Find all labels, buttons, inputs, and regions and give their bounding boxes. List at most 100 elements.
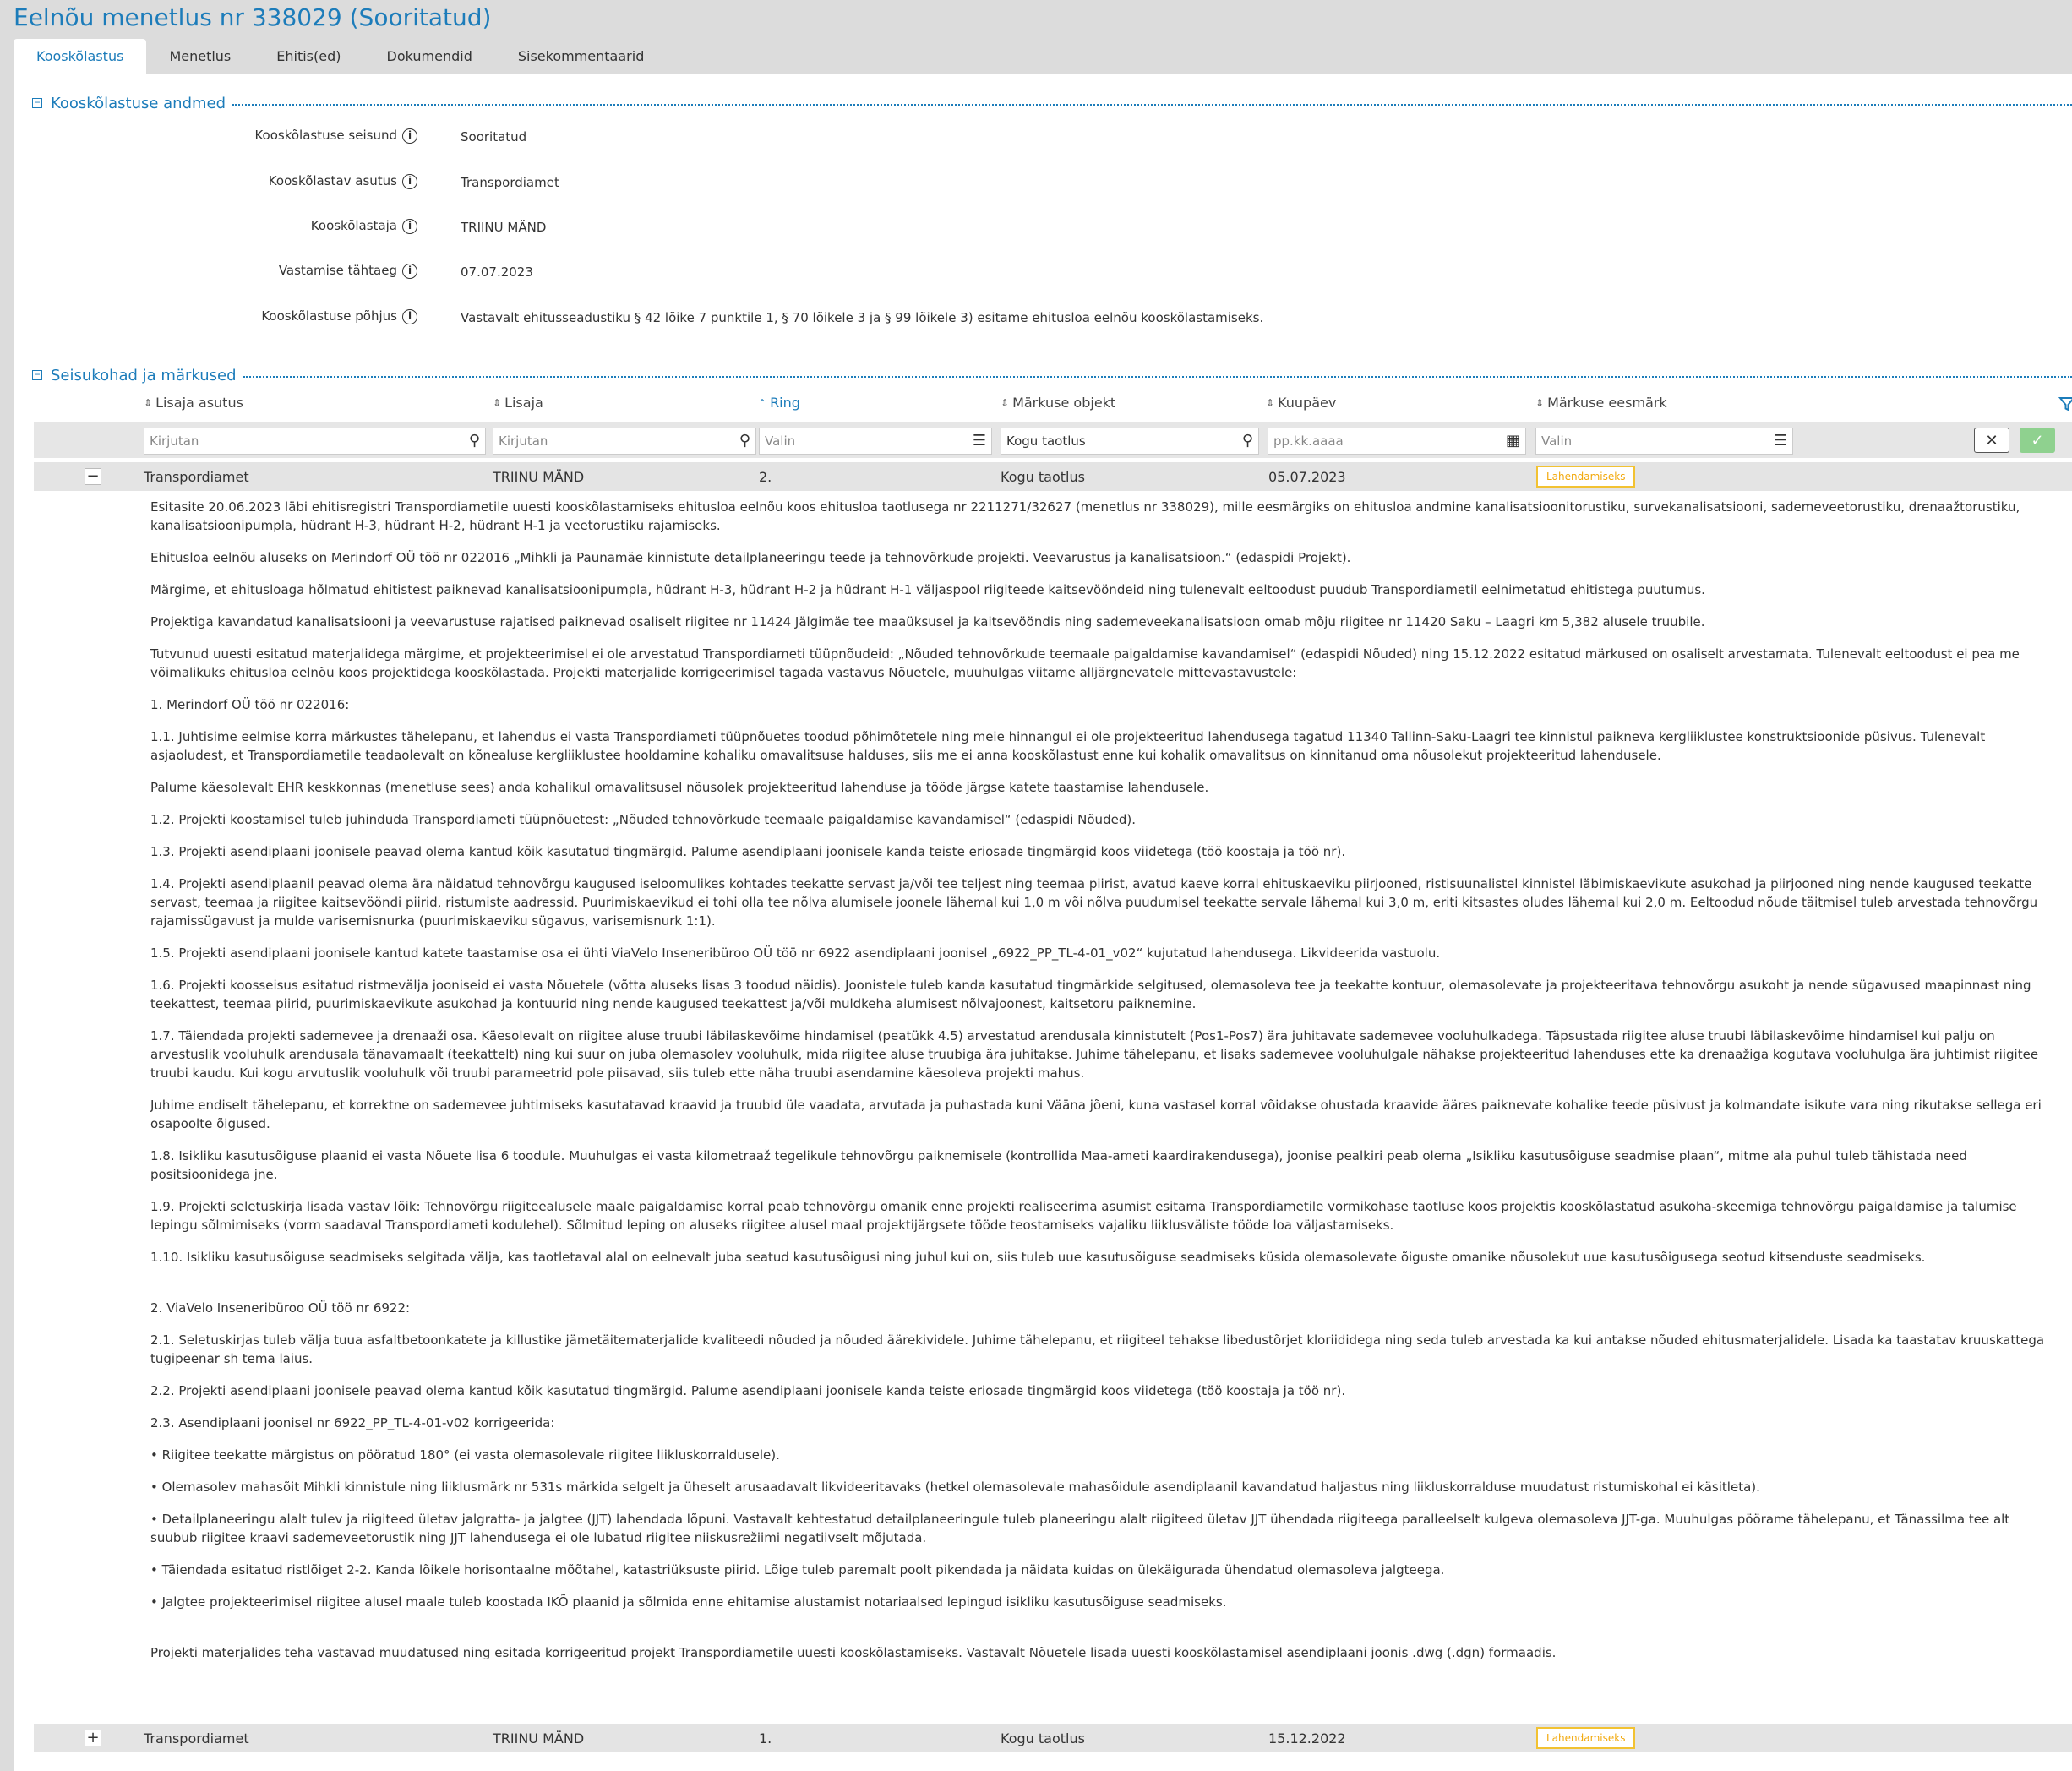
comment-paragraph: Projekti materjalides teha vastavad muud… xyxy=(150,1645,1557,1660)
sort-icon: ⇕ xyxy=(493,396,502,409)
info-icon[interactable]: i xyxy=(402,263,417,279)
sort-icon: ⇕ xyxy=(144,396,153,409)
field-label-pohjus: Kooskõlastuse põhjus i xyxy=(14,308,417,324)
collapse-row-button[interactable]: − xyxy=(85,468,101,485)
cell-asutus: Transpordiamet xyxy=(144,1730,249,1746)
apply-filter-button[interactable]: ✓ xyxy=(2020,428,2055,453)
cell-ring: 2. xyxy=(759,469,772,485)
cell-kuupaev: 15.12.2022 xyxy=(1268,1730,1346,1746)
comment-paragraph: 1.7. Täiendada projekti sademevee ja dre… xyxy=(150,1028,2039,1081)
info-icon[interactable]: i xyxy=(402,128,417,144)
comment-paragraph: Ehitusloa eelnõu aluseks on Merindorf OÜ… xyxy=(150,550,1351,565)
column-header-lisaja-asutus[interactable]: ⇕ Lisaja asutus xyxy=(144,395,243,411)
comment-paragraph: Esitasite 20.06.2023 läbi ehitisregistri… xyxy=(150,499,2020,533)
comment-list-item: • Riigitee teekatte märgistus on pööratu… xyxy=(150,1447,780,1463)
field-value-pohjus: Vastavalt ehitusseadustiku § 42 lõike 7 … xyxy=(461,310,1264,325)
sort-up-icon: ⌃ xyxy=(758,396,767,409)
tab-menetlus[interactable]: Menetlus xyxy=(146,39,254,74)
section-title: Kooskõlastuse andmed xyxy=(51,94,226,112)
comment-paragraph: 1. Merindorf OÜ töö nr 022016: xyxy=(150,697,350,712)
table-row[interactable]: − Transpordiamet TRIINU MÄND 2. Kogu tao… xyxy=(34,462,2072,491)
comment-paragraph: 1.6. Projekti koosseisus esitatud ristme… xyxy=(150,978,2031,1011)
cell-kuupaev: 05.07.2023 xyxy=(1268,469,1346,485)
comment-list-item: • Detailplaneeringu alalt tulev ja riigi… xyxy=(150,1512,2010,1545)
comment-paragraph: Projektiga kavandatud kanalisatsiooni ja… xyxy=(150,614,1705,629)
column-header-ring[interactable]: ⌃ Ring xyxy=(758,395,800,411)
filter-objekt-input[interactable]: Kogu taotlus ⚲ xyxy=(1001,428,1259,455)
list-icon[interactable]: ☰ xyxy=(1774,428,1787,454)
filter-eesmark-select[interactable]: Valin ☰ xyxy=(1535,428,1793,455)
comment-paragraph: 1.8. Isikliku kasutusõiguse plaanid ei v… xyxy=(150,1148,1967,1182)
info-icon[interactable]: i xyxy=(402,218,417,234)
check-icon: ✓ xyxy=(2031,432,2044,449)
comment-paragraph: 1.5. Projekti asendiplaani joonisele kan… xyxy=(150,945,1441,961)
field-label-seisund: Kooskõlastuse seisund i xyxy=(14,128,417,144)
comment-paragraph: 2.2. Projekti asendiplaani joonisele pea… xyxy=(150,1383,1346,1398)
cell-lisaja: TRIINU MÄND xyxy=(493,469,585,485)
comment-paragraph: 1.1. Juhtisime eelmise korra märkustes t… xyxy=(150,729,1986,763)
tab-kooskolastus[interactable]: Kooskõlastus xyxy=(14,39,147,74)
divider xyxy=(232,104,2072,106)
cell-lisaja: TRIINU MÄND xyxy=(493,1730,585,1746)
sort-icon: ⇕ xyxy=(1001,396,1010,409)
field-label-asutus: Kooskõlastav asutus i xyxy=(14,173,417,189)
comment-list-item: • Jalgtee projekteerimisel riigitee alus… xyxy=(150,1594,1227,1610)
status-badge: Lahendamiseks xyxy=(1536,466,1636,488)
tab-dokumendid[interactable]: Dokumendid xyxy=(364,39,495,74)
tab-ehitised[interactable]: Ehitis(ed) xyxy=(254,39,363,74)
comment-paragraph: Juhime endiselt tähelepanu, et korrektne… xyxy=(150,1098,2042,1131)
search-icon[interactable]: ⚲ xyxy=(739,428,750,454)
info-icon[interactable]: i xyxy=(402,308,417,324)
comment-paragraph: 1.9. Projekti seletuskirja lisada vastav… xyxy=(150,1199,2017,1233)
filter-ring-select[interactable]: Valin ☰ xyxy=(759,428,992,455)
close-icon: ✕ xyxy=(1985,432,1998,449)
expand-row-button[interactable]: + xyxy=(85,1730,101,1746)
comment-paragraph: 1.3. Projekti asendiplaani joonisele pea… xyxy=(150,844,1346,859)
column-header-markuse-objekt[interactable]: ⇕ Märkuse objekt xyxy=(1001,395,1115,411)
section-header-kooskolastuse-andmed[interactable]: − Kooskõlastuse andmed xyxy=(32,93,2072,113)
field-label-kooskolastaja: Kooskõlastaja i xyxy=(14,218,417,234)
comment-paragraph: Tutvunud uuesti esitatud materjalidega m… xyxy=(150,646,2020,680)
field-value-asutus: Transpordiamet xyxy=(461,175,559,190)
tab-bar: Kooskõlastus Menetlus Ehitis(ed) Dokumen… xyxy=(14,39,667,74)
column-header-kuupaev[interactable]: ⇕ Kuupäev xyxy=(1266,395,1336,411)
sort-icon: ⇕ xyxy=(1535,396,1545,409)
info-icon[interactable]: i xyxy=(402,173,417,189)
comment-paragraph: Palume käesolevalt EHR keskkonnas (menet… xyxy=(150,780,1209,795)
comment-paragraph: 2.1. Seletuskirjas tuleb välja tuua asfa… xyxy=(150,1332,2045,1366)
filter-kuupaev-input[interactable]: pp.kk.aaaa ▦ xyxy=(1268,428,1526,455)
comment-paragraph: 2. ViaVelo Inseneribüroo OÜ töö nr 6922: xyxy=(150,1300,411,1316)
clear-filter-button[interactable]: ✕ xyxy=(1974,428,2009,453)
comment-paragraph: 2.3. Asendiplaani joonisel nr 6922_PP_TL… xyxy=(150,1415,555,1430)
page-title: Eelnõu menetlus nr 338029 (Sooritatud) xyxy=(14,3,492,31)
comment-paragraph: 1.2. Projekti koostamisel tuleb juhindud… xyxy=(150,812,1136,827)
field-label-tahtaeg: Vastamise tähtaeg i xyxy=(14,263,417,279)
cell-asutus: Transpordiamet xyxy=(144,469,249,485)
collapse-icon[interactable]: − xyxy=(32,369,42,380)
calendar-icon[interactable]: ▦ xyxy=(1506,428,1520,454)
search-icon[interactable]: ⚲ xyxy=(469,428,480,454)
field-value-kooskolastaja: TRIINU MÄND xyxy=(461,220,547,235)
search-icon[interactable]: ⚲ xyxy=(1242,428,1253,454)
comment-body: Esitasite 20.06.2023 läbi ehitisregistri… xyxy=(150,498,2052,1676)
field-value-seisund: Sooritatud xyxy=(461,129,527,144)
column-header-markuse-eesmark[interactable]: ⇕ Märkuse eesmärk xyxy=(1535,395,1667,411)
filter-lisaja-asutus-input[interactable]: Kirjutan ⚲ xyxy=(144,428,486,455)
comment-list-item: • Olemasolev mahasõit Mihkli kinnistule … xyxy=(150,1479,1760,1495)
cell-objekt: Kogu taotlus xyxy=(1001,469,1085,485)
section-header-seisukohad[interactable]: − Seisukohad ja märkused xyxy=(32,365,2072,385)
comment-list-item: • Täiendada esitatud ristlõiget 2-2. Kan… xyxy=(150,1562,1445,1578)
filter-lisaja-input[interactable]: Kirjutan ⚲ xyxy=(493,428,756,455)
comment-paragraph: 1.10. Isikliku kasutusõiguse seadmiseks … xyxy=(150,1250,1926,1265)
tab-sisekommentaarid[interactable]: Sisekommentaarid xyxy=(495,39,667,74)
filter-bar: Kirjutan ⚲ Kirjutan ⚲ Valin ☰ Kogu taotlus ⚲… xyxy=(34,422,2072,458)
sort-icon: ⇕ xyxy=(1266,396,1275,409)
header-bar: Eelnõu menetlus nr 338029 (Sooritatud) K… xyxy=(0,0,2072,74)
list-icon[interactable]: ☰ xyxy=(973,428,986,454)
column-header-lisaja[interactable]: ⇕ Lisaja xyxy=(493,395,543,411)
comment-paragraph: 1.4. Projekti asendiplaanil peavad olema… xyxy=(150,876,2038,929)
comment-paragraph: Märgime, et ehitusloaga hõlmatud ehitist… xyxy=(150,582,1705,597)
filter-funnel-icon[interactable] xyxy=(2058,395,2072,412)
table-row[interactable]: + Transpordiamet TRIINU MÄND 1. Kogu tao… xyxy=(34,1724,2072,1752)
collapse-icon[interactable]: − xyxy=(32,97,42,108)
